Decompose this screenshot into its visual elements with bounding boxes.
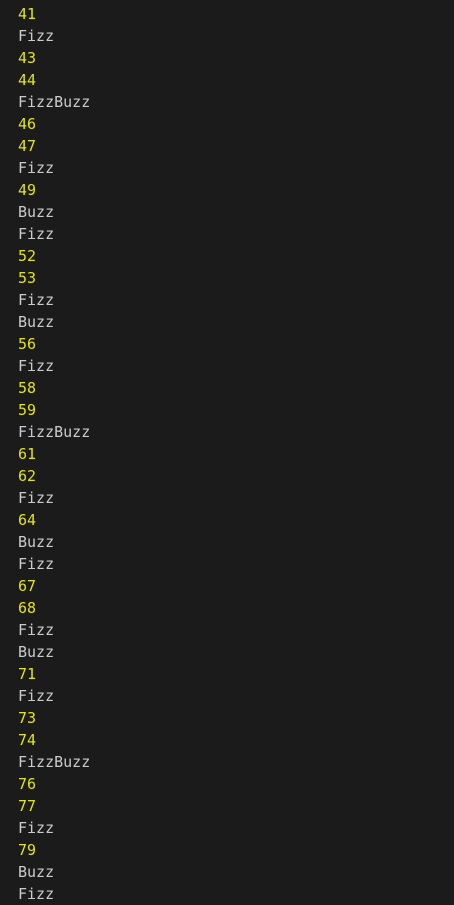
console-line: 77 — [18, 797, 37, 815]
console-line: 64 — [18, 511, 37, 529]
console-output: 41 Fizz 43 44 FizzBuzz 46 47 Fizz 49 Buzz Fizz 52 53… — [0, 0, 454, 905]
console-line: 49 — [18, 181, 37, 199]
console-line: 79 — [18, 841, 37, 859]
console-line: Buzz — [18, 533, 55, 551]
console-line: Fizz — [18, 27, 55, 45]
console-line: Fizz — [18, 291, 55, 309]
console-line: 71 — [18, 665, 37, 683]
console-line: 76 — [18, 775, 37, 793]
console-line: 56 — [18, 335, 37, 353]
console-line: Buzz — [18, 203, 55, 221]
console-line: 44 — [18, 71, 37, 89]
console-line: FizzBuzz — [18, 423, 91, 441]
console-line: 68 — [18, 599, 37, 617]
console-line: 61 — [18, 445, 37, 463]
console-line: Fizz — [18, 885, 55, 903]
console-line: Fizz — [18, 555, 55, 573]
console-line: Fizz — [18, 489, 55, 507]
console-line: FizzBuzz — [18, 93, 91, 111]
console-line: 67 — [18, 577, 37, 595]
console-line: 62 — [18, 467, 37, 485]
console-line: Buzz — [18, 643, 55, 661]
console-line: FizzBuzz — [18, 753, 91, 771]
console-line: 59 — [18, 401, 37, 419]
console-line: 74 — [18, 731, 37, 749]
console-line: Fizz — [18, 225, 55, 243]
console-line: 53 — [18, 269, 37, 287]
console-line: Fizz — [18, 357, 55, 375]
console-line: Buzz — [18, 313, 55, 331]
console-line: Buzz — [18, 863, 55, 881]
console-line: 58 — [18, 379, 37, 397]
console-line: Fizz — [18, 621, 55, 639]
console-line: 47 — [18, 137, 37, 155]
console-line: 41 — [18, 5, 37, 23]
console-line: 43 — [18, 49, 37, 67]
console-line: 73 — [18, 709, 37, 727]
console-line: Fizz — [18, 819, 55, 837]
console-line: Fizz — [18, 687, 55, 705]
console-line: 46 — [18, 115, 37, 133]
console-line: 52 — [18, 247, 37, 265]
console-line: Fizz — [18, 159, 55, 177]
